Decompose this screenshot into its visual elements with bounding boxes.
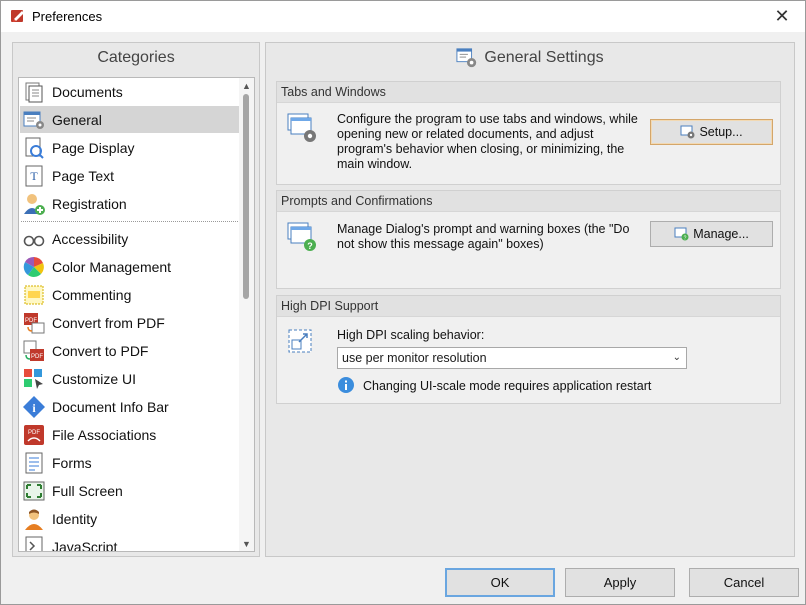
preferences-dialog: Preferences ✕ Categories Documents Gener… (0, 0, 806, 605)
category-forms[interactable]: Forms (20, 449, 240, 476)
document-info-bar-icon: i (23, 395, 45, 418)
category-customize-ui[interactable]: Customize UI (20, 365, 240, 392)
categories-panel: Categories Documents General Page Displa… (12, 42, 260, 557)
identity-icon (25, 509, 43, 530)
category-label: Page Text (52, 167, 115, 184)
category-convert-from-pdf[interactable]: PDF Convert from PDF (20, 309, 240, 336)
chevron-down-icon: ⌄ (672, 352, 681, 363)
category-documents[interactable]: Documents (20, 78, 240, 105)
settings-header: General Settings (266, 43, 794, 73)
section-title: Prompts and Confirmations (277, 191, 780, 212)
tabs-windows-icon (287, 113, 316, 142)
category-label: Convert from PDF (52, 314, 165, 331)
category-label: Full Screen (52, 482, 123, 499)
section-title: Tabs and Windows (277, 82, 780, 103)
category-label: Accessibility (52, 230, 129, 247)
svg-text:?: ? (684, 236, 687, 242)
svg-text:?: ? (307, 241, 313, 251)
category-label: JavaScript (52, 538, 118, 552)
info-icon (338, 377, 354, 393)
category-accessibility[interactable]: Accessibility (20, 225, 240, 252)
category-page-text[interactable]: T Page Text (20, 162, 240, 189)
category-javascript[interactable]: JavaScript (20, 533, 240, 552)
page-text-icon: T (25, 165, 43, 186)
apply-button[interactable]: Apply (565, 568, 675, 597)
customize-ui-icon (24, 368, 43, 389)
category-commenting[interactable]: Commenting (20, 281, 240, 308)
documents-icon (25, 82, 43, 102)
page-display-icon (25, 137, 44, 159)
registration-icon (24, 193, 45, 215)
settings-title: General Settings (484, 49, 604, 66)
category-label: Commenting (52, 286, 132, 303)
category-label: Color Management (52, 258, 172, 275)
category-registration[interactable]: Registration (20, 190, 240, 217)
convert-from-pdf-icon: PDF (24, 312, 45, 333)
window-title: Preferences (32, 9, 103, 24)
category-label: File Associations (52, 426, 157, 443)
category-label: Convert to PDF (52, 342, 149, 359)
category-label: Customize UI (52, 370, 137, 387)
color-management-icon (23, 256, 44, 277)
title-bar: Preferences ✕ (1, 1, 805, 32)
manage-button[interactable]: ? Manage... (650, 221, 773, 247)
category-convert-to-pdf[interactable]: PDF Convert to PDF (20, 337, 240, 364)
category-label: Documents (52, 83, 123, 100)
convert-to-pdf-icon: PDF (23, 340, 44, 361)
dpi-scale-icon (288, 329, 312, 353)
close-icon: ✕ (774, 6, 790, 26)
commenting-icon (24, 285, 44, 304)
prompts-icon: ? (287, 222, 316, 251)
svg-text:PDF: PDF (28, 430, 40, 436)
setup-button[interactable]: Setup... (650, 119, 773, 145)
setup-icon (680, 125, 695, 139)
category-label: Page Display (52, 139, 135, 156)
accessibility-icon (23, 235, 45, 246)
scroll-up-icon[interactable]: ▲ (239, 78, 254, 93)
manage-icon: ? (674, 227, 689, 242)
category-label: Identity (52, 510, 98, 527)
category-label: Registration (52, 195, 127, 212)
file-associations-icon: PDF (24, 424, 44, 445)
category-file-associations[interactable]: PDF File Associations (20, 421, 240, 448)
category-label: Document Info Bar (52, 398, 169, 415)
prompts-section: Prompts and Confirmations ? Manage Dialo… (276, 190, 781, 289)
dpi-label: High DPI scaling behavior: (337, 328, 485, 342)
general-icon (23, 111, 44, 129)
category-identity[interactable]: Identity (20, 505, 240, 532)
full-screen-icon (23, 481, 45, 500)
category-label: General (52, 111, 102, 128)
category-general[interactable]: General (20, 106, 240, 133)
settings-panel: General Settings Tabs and Windows Config… (265, 42, 795, 557)
close-button[interactable]: ✕ (759, 1, 805, 32)
forms-icon (25, 452, 43, 473)
category-separator (21, 221, 240, 222)
high-dpi-section: High DPI Support High DPI scaling behavi… (276, 295, 781, 404)
categories-list[interactable]: Documents General Page Display T Page Te… (18, 77, 255, 552)
scrollbar-thumb[interactable] (243, 94, 249, 299)
section-title: High DPI Support (277, 296, 780, 317)
tabs-windows-section: Tabs and Windows Configure the program t… (276, 81, 781, 185)
prompts-description: Manage Dialog's prompt and warning boxes… (337, 222, 630, 251)
categories-header: Categories (97, 49, 175, 66)
categories-scrollbar[interactable]: ▲ ▼ (239, 78, 254, 551)
category-color-management[interactable]: Color Management (20, 253, 240, 280)
dpi-scaling-select[interactable]: use per monitor resolution ⌄ (337, 347, 687, 369)
dpi-info-text: Changing UI-scale mode requires applicat… (363, 379, 652, 393)
category-full-screen[interactable]: Full Screen (20, 477, 240, 504)
category-page-display[interactable]: Page Display (20, 134, 240, 161)
svg-text:T: T (30, 169, 38, 183)
ok-button[interactable]: OK (445, 568, 555, 597)
svg-text:PDF: PDF (31, 354, 43, 360)
scroll-down-icon[interactable]: ▼ (239, 536, 254, 551)
app-logo-icon (11, 10, 24, 22)
general-settings-icon (456, 48, 477, 68)
category-label: Forms (52, 454, 92, 471)
cancel-button[interactable]: Cancel (689, 568, 799, 597)
tabs-windows-description: Configure the program to use tabs and wi… (337, 112, 638, 171)
javascript-icon (25, 536, 43, 551)
category-document-info-bar[interactable]: i Document Info Bar (20, 393, 240, 420)
